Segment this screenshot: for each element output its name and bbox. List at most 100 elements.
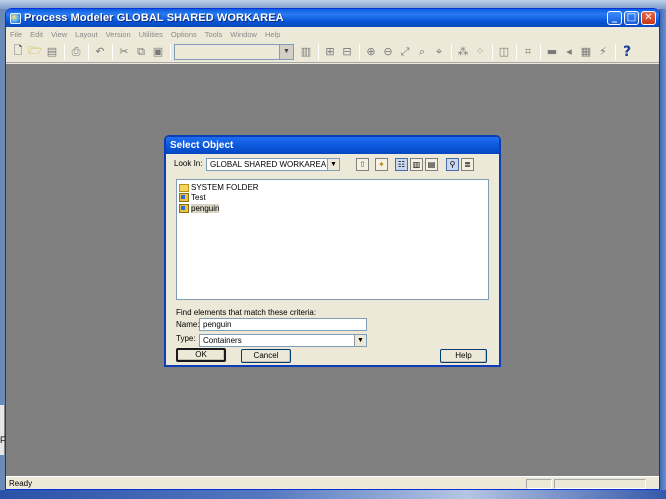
shape-icon[interactable]: ◫ [496, 44, 512, 60]
undo-icon[interactable]: ↶ [92, 44, 108, 60]
type-dropdown[interactable]: Containers ▼ [199, 334, 367, 347]
desktop-taskbar-strip [0, 490, 666, 499]
toolbar-separator [492, 43, 493, 60]
menu-utilities[interactable]: Utilities [139, 30, 163, 39]
menu-window[interactable]: Window [230, 30, 257, 39]
toolbar-separator [359, 43, 360, 60]
link-icon[interactable]: ⚡ [595, 44, 611, 60]
chevron-down-icon[interactable]: ▼ [327, 159, 339, 170]
toolbar-separator [112, 43, 113, 60]
new-icon[interactable]: 🗋 [10, 44, 26, 60]
new-folder-icon[interactable]: ✦ [375, 158, 388, 171]
comment-icon[interactable]: ▬ [544, 44, 560, 60]
menu-tools[interactable]: Tools [205, 30, 223, 39]
menu-file[interactable]: File [10, 30, 22, 39]
menu-help[interactable]: Help [265, 30, 280, 39]
align-icon[interactable]: ⊞ [322, 44, 338, 60]
distribute-icon[interactable]: ⁂ [455, 44, 471, 60]
toolbar: 🗋 🗁 ▤ ⎙ ↶ ✂ ⧉ ▣ ▼ ▥ ⊞ ⊟ ⊕ ⊖ ⤢ ⌕ ⌖ ⁂ ⁘ ◫ … [6, 41, 659, 63]
window-controls: _ □ ✕ [607, 11, 659, 25]
help-icon[interactable]: ? [619, 44, 635, 60]
arrange-icon[interactable]: ⁘ [472, 44, 488, 60]
list-item-label: SYSTEM FOLDER [191, 183, 259, 192]
ok-button[interactable]: OK [176, 348, 226, 362]
note-icon[interactable]: ◂ [561, 44, 577, 60]
cut-icon[interactable]: ✂ [116, 44, 132, 60]
close-button[interactable]: ✕ [641, 11, 656, 25]
icons-view-icon[interactable]: ▤ [425, 158, 438, 171]
paste-icon[interactable]: ▣ [150, 44, 166, 60]
status-pane [526, 479, 552, 489]
toolbar-separator [516, 43, 517, 60]
look-in-row: Look In: [174, 159, 202, 168]
window-title: Process Modeler GLOBAL SHARED WORKAREA [24, 12, 284, 24]
toolbar-separator [170, 43, 171, 60]
folder-icon [179, 183, 189, 192]
zoom-select-icon[interactable]: ⌕ [414, 44, 430, 60]
properties-icon[interactable]: ▥ [298, 44, 314, 60]
diagram-icon[interactable]: ▦ [578, 44, 594, 60]
menu-bar: File Edit View Layout Version Utilities … [6, 27, 659, 41]
minimize-button[interactable]: _ [607, 11, 622, 25]
main-window: Process Modeler GLOBAL SHARED WORKAREA _… [5, 8, 660, 490]
type-label: Type: [176, 334, 196, 343]
title-bar[interactable]: Process Modeler GLOBAL SHARED WORKAREA _… [6, 9, 659, 27]
menu-options[interactable]: Options [171, 30, 197, 39]
zoom-fit-icon[interactable]: ⤢ [397, 44, 413, 60]
dialog-title[interactable]: Select Object [166, 137, 499, 154]
chevron-down-icon[interactable]: ▼ [354, 335, 366, 346]
list-item[interactable]: Test [179, 192, 206, 203]
toolbar-separator [451, 43, 452, 60]
name-label: Name: [176, 320, 200, 329]
list-item[interactable]: penguin [179, 203, 220, 214]
object-list[interactable]: SYSTEM FOLDER Test penguin [176, 179, 489, 300]
look-in-label: Look In: [174, 159, 203, 168]
status-bar: Ready [6, 476, 659, 489]
connector-icon[interactable]: ⌗ [520, 44, 536, 60]
zoom-area-icon[interactable]: ⌖ [431, 44, 447, 60]
list-item-label: penguin [191, 204, 220, 213]
cancel-button[interactable]: Cancel [241, 349, 291, 363]
status-text: Ready [9, 479, 33, 488]
status-pane [554, 479, 646, 489]
zoom-out-icon[interactable]: ⊖ [380, 44, 396, 60]
filter-icon[interactable]: ⚲ [446, 158, 459, 171]
toolbar-separator [615, 43, 616, 60]
zoom-in-icon[interactable]: ⊕ [363, 44, 379, 60]
toolbar-separator [318, 43, 319, 60]
name-field[interactable]: penguin [199, 318, 367, 331]
type-row: Type: [176, 334, 196, 343]
criteria-row: Find elements that match these criteria: [176, 308, 316, 317]
help-button[interactable]: Help [440, 349, 487, 363]
save-icon[interactable]: ▤ [44, 44, 60, 60]
print-icon[interactable]: ⎙ [68, 44, 84, 60]
menu-view[interactable]: View [51, 30, 67, 39]
list-item-label: Test [191, 193, 206, 202]
details-view-icon[interactable]: ▥ [410, 158, 423, 171]
open-icon[interactable]: 🗁 [27, 44, 43, 60]
menu-edit[interactable]: Edit [30, 30, 43, 39]
maximize-button[interactable]: □ [624, 11, 639, 25]
criteria-label: Find elements that match these criteria: [176, 308, 317, 317]
container-icon [179, 193, 189, 202]
menu-layout[interactable]: Layout [75, 30, 98, 39]
select-object-dialog: Select Object Look In: GLOBAL SHARED WOR… [164, 135, 501, 367]
up-folder-icon[interactable]: ⇧ [356, 158, 369, 171]
look-in-value: GLOBAL SHARED WORKAREA [210, 160, 327, 169]
desktop-right-edge [659, 9, 666, 499]
copy-icon[interactable]: ⧉ [133, 44, 149, 60]
workspace-canvas[interactable]: Select Object Look In: GLOBAL SHARED WOR… [6, 64, 659, 476]
look-in-dropdown[interactable]: GLOBAL SHARED WORKAREA ▼ [206, 158, 340, 171]
group-icon[interactable]: ⊟ [339, 44, 355, 60]
toolbar-separator [540, 43, 541, 60]
chevron-down-icon[interactable]: ▼ [279, 44, 293, 59]
container-icon [179, 204, 189, 213]
menu-version[interactable]: Version [106, 30, 131, 39]
toolbar-combo[interactable]: ▼ [174, 43, 294, 60]
app-icon [10, 12, 21, 24]
list-view-icon[interactable]: ☷ [395, 158, 408, 171]
toolbar-separator [64, 43, 65, 60]
properties-icon[interactable]: ≣ [461, 158, 474, 171]
name-row: Name: [176, 320, 200, 329]
toolbar-separator [88, 43, 89, 60]
